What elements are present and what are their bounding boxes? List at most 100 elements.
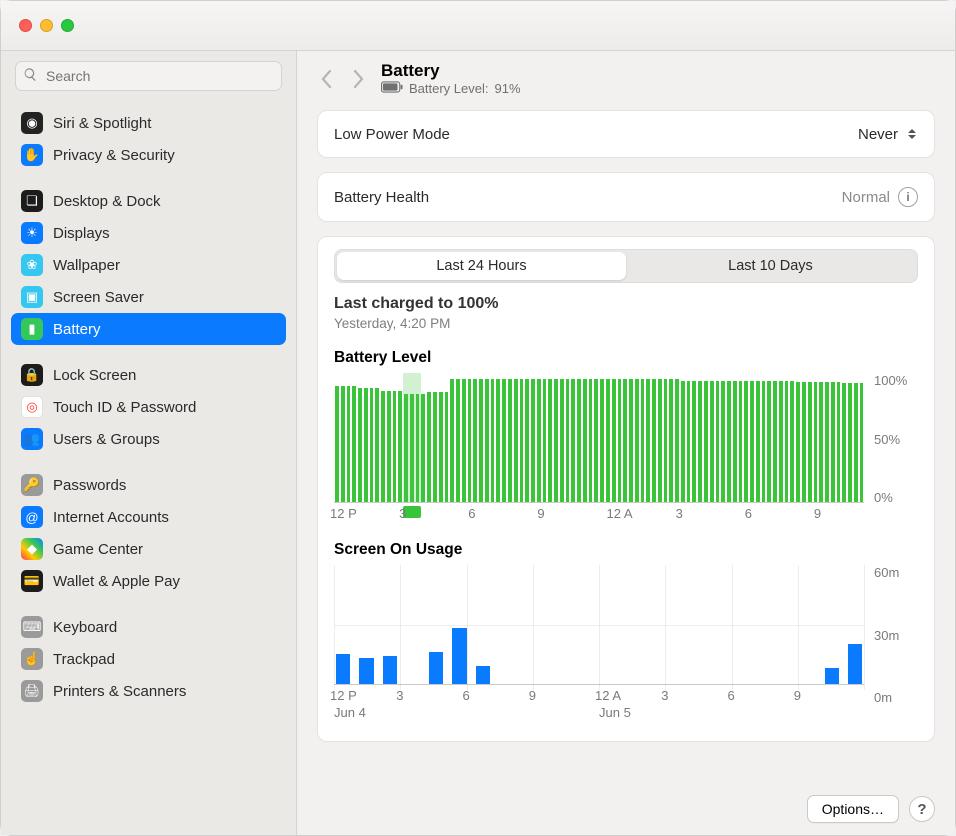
charging-segment [403, 373, 421, 502]
passwords-icon: 🔑 [21, 474, 43, 496]
battery-level-bar [393, 391, 397, 502]
battery-health-value: Normal [842, 189, 890, 206]
sidebar-item-internet-accounts[interactable]: @Internet Accounts [11, 501, 286, 533]
battery-level-bar [583, 379, 587, 502]
battery-level-bar [514, 379, 518, 502]
desktop-dock-icon: ❏ [21, 190, 43, 212]
battery-level-bar [733, 381, 737, 502]
battery-level-bar [502, 379, 506, 502]
sidebar-item-siri-spotlight[interactable]: ◉ Siri & Spotlight [11, 107, 286, 139]
zoom-window-button[interactable] [61, 19, 74, 32]
battery-level-bar [439, 392, 443, 502]
sidebar-item-users-groups[interactable]: 👥 Users & Groups [11, 423, 286, 455]
sidebar-item-privacy-security[interactable]: ✋Privacy & Security [11, 139, 286, 171]
battery-level-bar [433, 392, 437, 502]
battery-level-bar [698, 381, 702, 502]
window-controls [19, 19, 74, 32]
battery-level-bar [681, 381, 685, 502]
privacy-security-icon: ✋ [21, 144, 43, 166]
battery-level-bar [721, 381, 725, 502]
sidebar-item-passwords[interactable]: 🔑Passwords [11, 469, 286, 501]
battery-icon: ▮ [21, 318, 43, 340]
battery-level-bar [756, 381, 760, 502]
battery-level-bar [600, 379, 604, 502]
options-button[interactable]: Options… [807, 795, 899, 823]
battery-level-bar [427, 392, 431, 502]
battery-level-bar [341, 386, 345, 502]
sidebar-item-touch-id[interactable]: ◎Touch ID & Password [11, 391, 286, 423]
internet-accounts-icon: @ [21, 506, 43, 528]
battery-level-bar [479, 379, 483, 502]
battery-level-bar [825, 382, 829, 502]
sidebar-item-screen-saver[interactable]: ▣Screen Saver [11, 281, 286, 313]
sidebar-item-printers-scanners[interactable]: 🖨Printers & Scanners [11, 675, 286, 707]
sidebar-item-keyboard[interactable]: ⌨Keyboard [11, 611, 286, 643]
siri-spotlight-icon: ◉ [21, 112, 43, 134]
sidebar-item-label: Touch ID & Password [53, 399, 196, 416]
sidebar-item-trackpad[interactable]: ☝Trackpad [11, 643, 286, 675]
nav-forward-button[interactable] [349, 68, 367, 90]
sidebar-item-displays[interactable]: ☀Displays [11, 217, 286, 249]
help-button[interactable]: ? [909, 796, 935, 822]
sidebar-item-label: Users & Groups [53, 431, 160, 448]
search-input[interactable] [15, 61, 282, 91]
time-range-segmented[interactable]: Last 24 Hours Last 10 Days [334, 249, 918, 283]
battery-level-bar [727, 381, 731, 502]
lock-screen-icon: 🔒 [21, 364, 43, 386]
nav-back-button[interactable] [317, 68, 335, 90]
close-window-button[interactable] [19, 19, 32, 32]
battery-level-bar [554, 379, 558, 502]
sidebar-item-label: Siri & Spotlight [53, 115, 151, 132]
sidebar-item-game-center[interactable]: ◆ Game Center [11, 533, 286, 565]
battery-level-bar [773, 381, 777, 502]
sidebar-item-lock-screen[interactable]: 🔒 Lock Screen [11, 359, 286, 391]
battery-level-bar [687, 381, 691, 502]
users-groups-icon: 👥 [21, 428, 43, 450]
displays-icon: ☀ [21, 222, 43, 244]
battery-level-bar [450, 379, 454, 502]
battery-level-bar [664, 379, 668, 502]
sidebar-item-label: Wallet & Apple Pay [53, 573, 180, 590]
screen-on-usage-chart: 60m30m0m 12 P36912 A369 Jun 4Jun 5 [334, 565, 918, 723]
sidebar-item-label: Desktop & Dock [53, 193, 161, 210]
screen-saver-icon: ▣ [21, 286, 43, 308]
battery-level-bar [837, 382, 841, 502]
sidebar-item-wallet-apple-pay[interactable]: 💳Wallet & Apple Pay [11, 565, 286, 597]
low-power-mode-label: Low Power Mode [334, 126, 450, 143]
chevron-right-icon [353, 70, 364, 88]
sidebar-item-label: Game Center [53, 541, 143, 558]
battery-level-bar [485, 379, 489, 502]
battery-level-bar [571, 379, 575, 502]
battery-level-bar [802, 382, 806, 502]
battery-level-bar [704, 381, 708, 502]
sidebar-list[interactable]: ◉ Siri & Spotlight ✋Privacy & Security ❏ Des… [1, 101, 296, 713]
battery-level-bar [381, 391, 385, 502]
tab-last-24-hours[interactable]: Last 24 Hours [337, 252, 626, 280]
battery-level-bar [790, 381, 794, 502]
low-power-mode-select[interactable]: Never [858, 125, 918, 143]
battery-level-bar [358, 388, 362, 502]
battery-level-bar [370, 388, 374, 502]
battery-level-bar [744, 381, 748, 502]
sidebar-item-label: Lock Screen [53, 367, 136, 384]
chevron-left-icon [321, 70, 332, 88]
game-center-icon: ◆ [21, 538, 43, 560]
battery-level-bar [739, 381, 743, 502]
battery-level-bar [842, 383, 846, 502]
sidebar-item-label: Wallpaper [53, 257, 120, 274]
info-icon[interactable]: i [898, 187, 918, 207]
sidebar-item-desktop-dock[interactable]: ❏ Desktop & Dock [11, 185, 286, 217]
battery-level-bar [635, 379, 639, 502]
sidebar-item-wallpaper[interactable]: ❀Wallpaper [11, 249, 286, 281]
tab-last-10-days[interactable]: Last 10 Days [626, 252, 915, 280]
sidebar-item-battery[interactable]: ▮Battery [11, 313, 286, 345]
battery-level-bar [854, 383, 858, 502]
battery-level-bar [848, 383, 852, 502]
sidebar: ◉ Siri & Spotlight ✋Privacy & Security ❏ Des… [1, 51, 297, 835]
page-subtitle: Battery Level: 91% [381, 81, 521, 96]
minimize-window-button[interactable] [40, 19, 53, 32]
battery-level-bar [779, 381, 783, 502]
chevron-up-down-icon [906, 125, 918, 143]
battery-level-bar [537, 379, 541, 502]
battery-level-bar [445, 392, 449, 502]
